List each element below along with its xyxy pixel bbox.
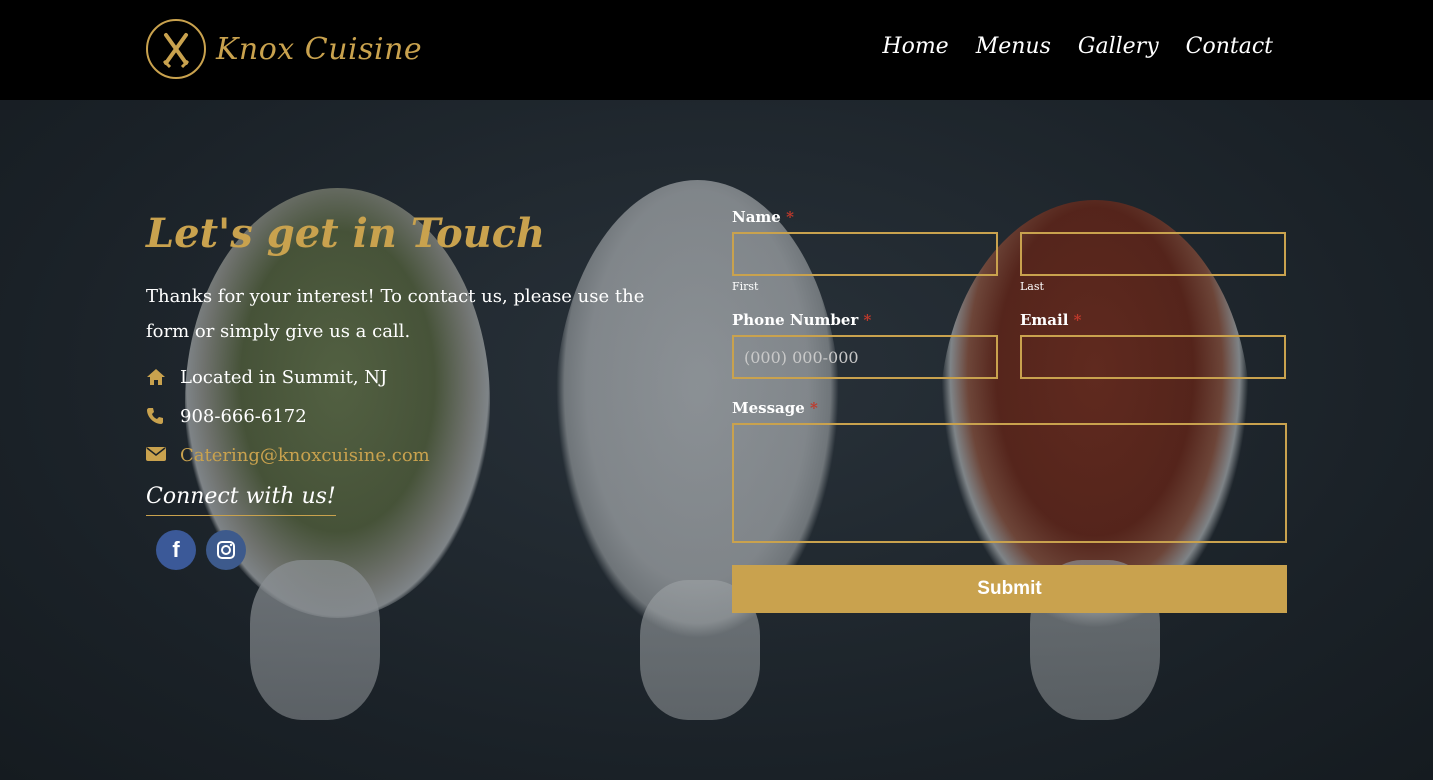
- facebook-icon[interactable]: f: [156, 530, 196, 570]
- first-sublabel: First: [732, 280, 759, 293]
- email-row: Catering@knoxcuisine.com: [146, 445, 706, 466]
- nav-contact[interactable]: Contact: [1186, 34, 1273, 59]
- phone-text[interactable]: 908-666-6172: [180, 406, 307, 427]
- phone-row: 908-666-6172: [146, 406, 706, 427]
- email-label: Email *: [1020, 311, 1082, 329]
- phone-label: Phone Number *: [732, 311, 872, 329]
- last-sublabel: Last: [1020, 280, 1044, 293]
- email-input[interactable]: [1020, 335, 1286, 379]
- phone-email-row: Phone Number * Email *: [732, 311, 1287, 379]
- site-header: Knox Cuisine Home Menus Gallery Contact: [0, 0, 1433, 100]
- page-title: Let's get in Touch: [146, 210, 546, 257]
- name-label: Name *: [732, 208, 794, 226]
- last-name-input[interactable]: [1020, 232, 1286, 276]
- main-nav: Home Menus Gallery Contact: [882, 34, 1273, 59]
- email-link[interactable]: Catering@knoxcuisine.com: [180, 445, 430, 466]
- contact-form: Name * First Last Phone Number * Email *…: [732, 208, 1287, 613]
- nav-gallery[interactable]: Gallery: [1078, 34, 1159, 59]
- location-text: Located in Summit, NJ: [180, 367, 388, 388]
- message-label: Message *: [732, 399, 818, 417]
- envelope-icon: [146, 446, 168, 466]
- nav-home[interactable]: Home: [882, 34, 948, 59]
- instagram-icon[interactable]: [206, 530, 246, 570]
- phone-icon: [146, 407, 168, 427]
- submit-button[interactable]: Submit: [732, 565, 1287, 613]
- phone-input[interactable]: [732, 335, 998, 379]
- message-textarea[interactable]: [732, 423, 1287, 543]
- contact-info: Let's get in Touch Thanks for your inter…: [146, 210, 706, 570]
- spoon-handle: [250, 560, 380, 720]
- logo[interactable]: Knox Cuisine: [146, 19, 422, 79]
- social-links: f: [156, 530, 706, 570]
- nav-menus[interactable]: Menus: [976, 34, 1051, 59]
- intro-text: Thanks for your interest! To contact us,…: [146, 286, 645, 342]
- name-row: First Last: [732, 232, 1287, 293]
- knives-logo-icon: [146, 19, 206, 79]
- home-icon: [146, 368, 168, 388]
- connect-heading: Connect with us!: [146, 484, 336, 516]
- brand-name: Knox Cuisine: [216, 31, 423, 67]
- location-row: Located in Summit, NJ: [146, 367, 706, 388]
- first-name-input[interactable]: [732, 232, 998, 276]
